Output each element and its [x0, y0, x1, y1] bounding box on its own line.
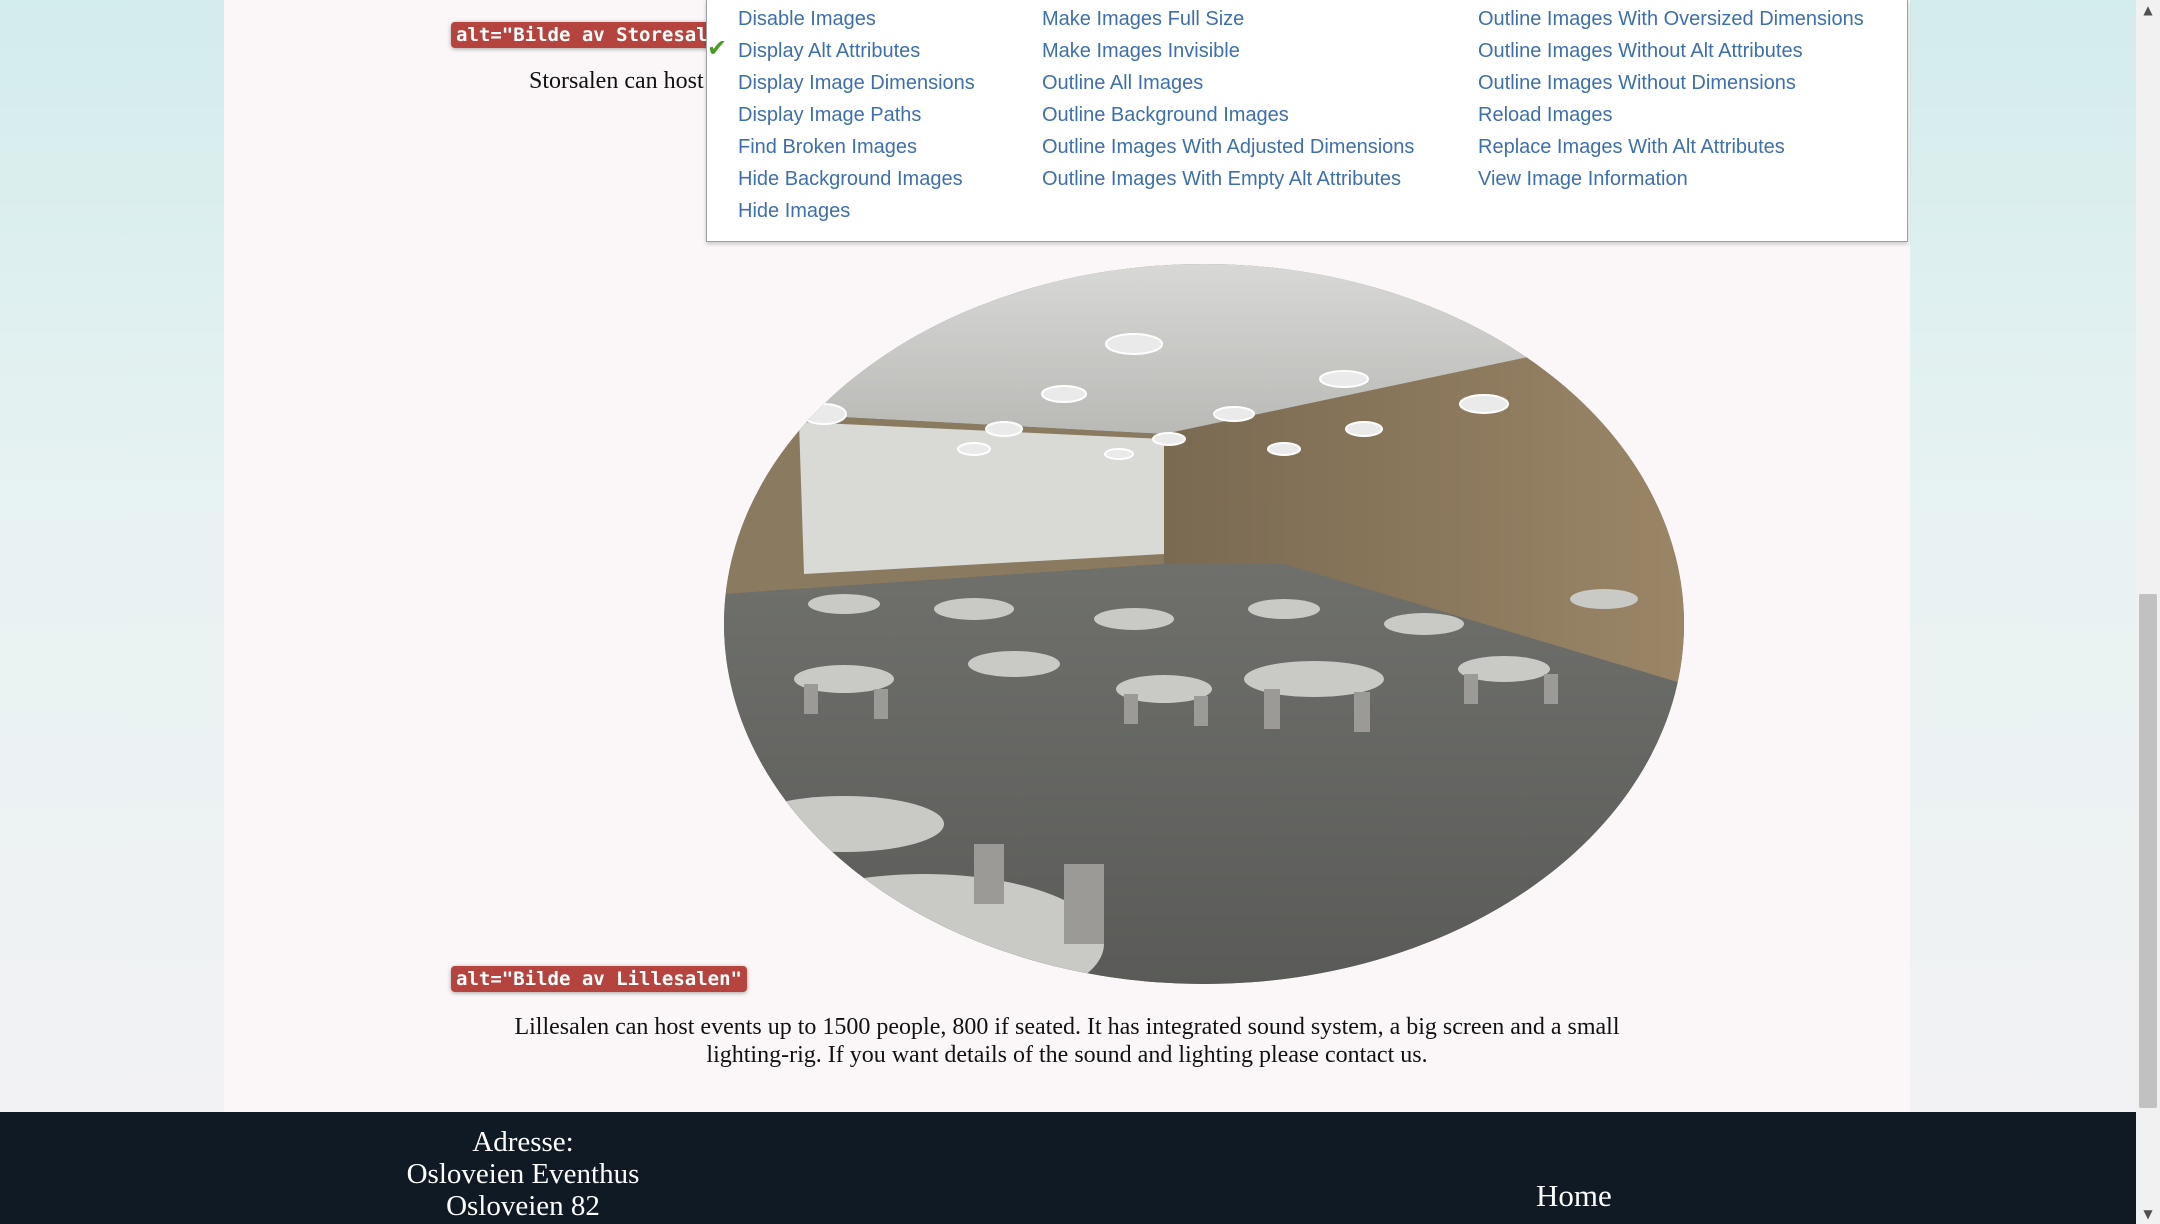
scroll-up-arrow-icon[interactable]: ▲	[2136, 0, 2160, 20]
scroll-down-arrow-icon[interactable]: ▼	[2136, 1204, 2160, 1224]
footer-address: Adresse: Osloveien Eventhus Osloveien 82	[360, 1126, 686, 1222]
alt-attribute-badge-lillesalen: alt="Bilde av Lillesalen"	[451, 966, 747, 992]
menu-item-reload-images[interactable]: Reload Images	[1478, 102, 1864, 134]
images-menu-column-3: Outline Images With Oversized Dimensions…	[1478, 6, 1864, 198]
menu-item-replace-with-alt[interactable]: Replace Images With Alt Attributes	[1478, 134, 1864, 166]
images-menu-dropdown: ✔ Disable Images Display Alt Attributes …	[706, 0, 1908, 242]
menu-item-outline-background-images[interactable]: Outline Background Images	[1042, 102, 1414, 134]
footer-home-link[interactable]: Home	[1536, 1178, 1612, 1214]
lillesalen-description-line2: lighting-rig. If you want details of the…	[706, 1042, 1428, 1068]
address-line-1: Osloveien Eventhus	[406, 1158, 640, 1190]
menu-item-outline-without-dimensions[interactable]: Outline Images Without Dimensions	[1478, 70, 1864, 102]
menu-item-view-image-information[interactable]: View Image Information	[1478, 166, 1864, 198]
site-footer: Adresse: Osloveien Eventhus Osloveien 82…	[0, 1112, 2136, 1224]
address-label: Adresse:	[472, 1126, 574, 1158]
menu-item-make-images-invisible[interactable]: Make Images Invisible	[1042, 38, 1414, 70]
page-scrollbar[interactable]: ▲ ▼	[2136, 0, 2160, 1224]
images-menu-column-2: Make Images Full Size Make Images Invisi…	[1042, 6, 1414, 198]
alt-attribute-badge-storsalen: alt="Bilde av Storesalen"	[451, 22, 747, 48]
menu-item-hide-images[interactable]: Hide Images	[738, 198, 975, 230]
menu-item-find-broken-images[interactable]: Find Broken Images	[738, 134, 975, 166]
menu-item-display-image-paths[interactable]: Display Image Paths	[738, 102, 975, 134]
menu-item-outline-oversized-dimensions[interactable]: Outline Images With Oversized Dimensions	[1478, 6, 1864, 38]
menu-item-display-alt-attributes[interactable]: Display Alt Attributes	[738, 38, 975, 70]
menu-item-outline-empty-alt[interactable]: Outline Images With Empty Alt Attributes	[1042, 166, 1414, 198]
images-menu-column-1: Disable Images Display Alt Attributes Di…	[738, 6, 975, 230]
menu-item-outline-adjusted-dimensions[interactable]: Outline Images With Adjusted Dimensions	[1042, 134, 1414, 166]
menu-item-outline-all-images[interactable]: Outline All Images	[1042, 70, 1414, 102]
menu-item-outline-without-alt[interactable]: Outline Images Without Alt Attributes	[1478, 38, 1864, 70]
check-icon: ✔	[707, 35, 728, 62]
menu-item-make-images-full-size[interactable]: Make Images Full Size	[1042, 6, 1414, 38]
lillesalen-description-line1: Lillesalen can host events up to 1500 pe…	[514, 1014, 1620, 1040]
menu-item-hide-background-images[interactable]: Hide Background Images	[738, 166, 975, 198]
storsalen-description: Storsalen can host	[529, 68, 704, 94]
lillesalen-image	[724, 264, 1684, 984]
address-line-2: Osloveien 82	[446, 1190, 600, 1222]
scrollbar-thumb[interactable]	[2139, 594, 2157, 1108]
lillesalen-description: Lillesalen can host events up to 1500 pe…	[224, 1013, 1910, 1069]
menu-item-disable-images[interactable]: Disable Images	[738, 6, 975, 38]
menu-item-display-image-dimensions[interactable]: Display Image Dimensions	[738, 70, 975, 102]
